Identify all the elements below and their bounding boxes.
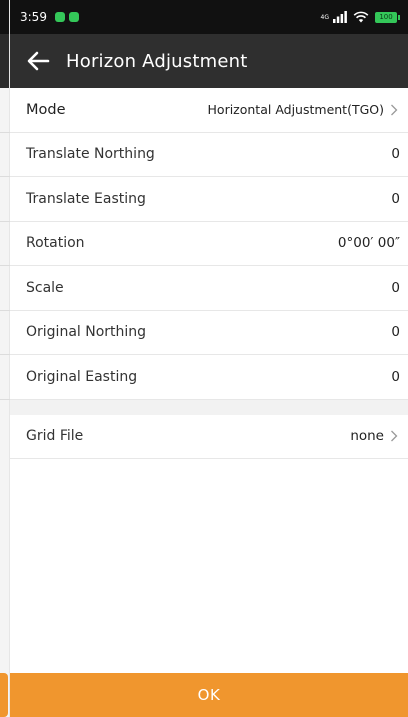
notification-icon [68,12,79,22]
grid-file-value: none [350,428,384,444]
status-time: 3:59 [20,10,47,24]
rotation-row[interactable]: Rotation 0°00′ 00″ [10,222,408,266]
rotation-label: Rotation [26,235,85,252]
battery-icon: 100 [375,11,400,23]
grid-file-label: Grid File [26,428,84,444]
scale-value[interactable]: 0 [391,280,400,296]
scale-row[interactable]: Scale 0 [10,266,408,311]
page-title: Horizon Adjustment [66,50,248,72]
grid-file-row[interactable]: Grid File none [10,415,408,459]
translate-easting-label: Translate Easting [26,190,146,207]
status-bar: 3:59 4G 100 [10,0,408,34]
horizon-adjustment-screen: 3:59 4G 100 Horizon Adjustment Mode Hori… [10,0,408,717]
original-easting-row[interactable]: Original Easting 0 [10,355,408,400]
background-screen-edge [0,0,10,717]
translate-easting-value[interactable]: 0 [391,191,400,207]
signal-icon [333,11,347,23]
original-easting-label: Original Easting [26,368,138,385]
original-easting-value[interactable]: 0 [391,369,400,385]
back-button[interactable] [18,41,58,81]
mode-value: Horizontal Adjustment(TGO) [207,102,384,118]
translate-northing-label: Translate Northing [26,146,155,163]
original-northing-value[interactable]: 0 [391,324,400,340]
original-northing-label: Original Northing [26,324,147,341]
arrow-left-icon [27,51,50,71]
translate-easting-row[interactable]: Translate Easting 0 [10,177,408,222]
settings-list: Mode Horizontal Adjustment(TGO) Translat… [10,88,408,459]
translate-northing-value[interactable]: 0 [391,146,400,162]
section-divider [10,399,408,415]
rotation-value[interactable]: 0°00′ 00″ [338,235,400,251]
network-type-label: 4G [320,13,329,21]
translate-northing-row[interactable]: Translate Northing 0 [10,133,408,177]
chevron-right-icon [390,430,400,442]
battery-level: 100 [375,11,397,23]
mode-row[interactable]: Mode Horizontal Adjustment(TGO) [10,88,408,133]
chevron-right-icon [390,104,400,116]
wifi-icon [353,11,369,23]
ok-button[interactable]: OK [10,673,408,717]
scale-label: Scale [26,279,64,296]
original-northing-row[interactable]: Original Northing 0 [10,311,408,355]
mode-label: Mode [26,101,66,118]
notification-icon [54,12,65,22]
toolbar: Horizon Adjustment [10,34,408,88]
